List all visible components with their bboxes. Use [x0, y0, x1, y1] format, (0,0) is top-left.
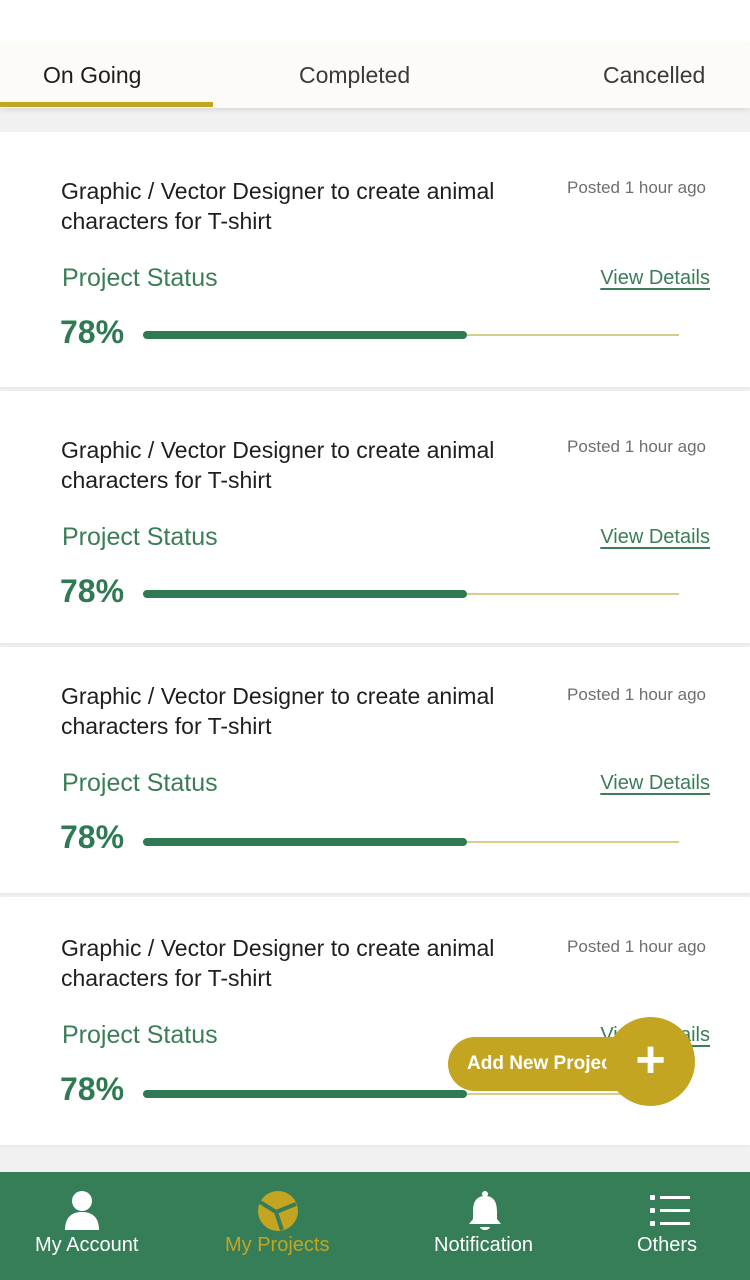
project-card: Graphic / Vector Designer to create anim…: [0, 391, 750, 643]
add-new-project-label: Add New Project: [467, 1053, 618, 1074]
progress-percent: 78%: [60, 819, 125, 855]
progress-bar-fill: [143, 1090, 467, 1098]
project-status-label: Project Status: [62, 523, 218, 551]
posted-time: Posted 1 hour ago: [567, 437, 706, 456]
progress-bar: [143, 331, 679, 339]
project-status-label: Project Status: [62, 1021, 218, 1049]
posted-time: Posted 1 hour ago: [567, 937, 706, 956]
progress-bar-fill: [143, 838, 467, 846]
project-title: Graphic / Vector Designer to create anim…: [61, 437, 495, 493]
plus-symbol: +: [635, 1031, 666, 1089]
progress-percent: 78%: [60, 1071, 125, 1107]
view-details-link[interactable]: View Details: [600, 526, 710, 549]
projects-icon: [258, 1191, 298, 1231]
plus-icon[interactable]: +: [606, 1017, 695, 1106]
nav-notification[interactable]: Notification: [410, 1172, 560, 1280]
progress-bar-fill: [143, 331, 467, 339]
progress-percent: 78%: [60, 314, 125, 350]
bottom-navigation: My Account My Projects Notification Othe…: [0, 1172, 750, 1280]
project-title: Graphic / Vector Designer to create anim…: [61, 683, 495, 739]
progress-bar-fill: [143, 590, 467, 598]
tab-completed[interactable]: Completed: [299, 42, 410, 108]
progress-percent: 78%: [60, 573, 125, 609]
screen: On Going Completed Cancelled Graphic / V…: [0, 0, 750, 1280]
active-tab-indicator: [0, 102, 213, 107]
tab-bar: On Going Completed Cancelled: [0, 42, 750, 108]
progress-bar: [143, 590, 679, 598]
project-card: Graphic / Vector Designer to create anim…: [0, 647, 750, 893]
list-icon: [650, 1195, 690, 1226]
nav-label: My Projects: [225, 1234, 330, 1256]
tab-cancelled[interactable]: Cancelled: [603, 42, 705, 108]
project-card: Graphic / Vector Designer to create anim…: [0, 132, 750, 387]
posted-time: Posted 1 hour ago: [567, 685, 706, 704]
project-status-label: Project Status: [62, 264, 218, 292]
progress-bar: [143, 838, 679, 846]
view-details-link[interactable]: View Details: [600, 267, 710, 290]
nav-label: My Account: [35, 1234, 139, 1256]
nav-my-projects[interactable]: My Projects: [190, 1172, 370, 1280]
posted-time: Posted 1 hour ago: [567, 178, 706, 197]
nav-my-account[interactable]: My Account: [0, 1172, 176, 1280]
view-details-link[interactable]: View Details: [600, 772, 710, 795]
project-status-label: Project Status: [62, 769, 218, 797]
progress-bar: [143, 1090, 679, 1098]
nav-others[interactable]: Others: [610, 1172, 730, 1280]
tab-on-going[interactable]: On Going: [43, 42, 141, 108]
nav-label: Others: [637, 1234, 698, 1256]
project-title: Graphic / Vector Designer to create anim…: [61, 178, 495, 234]
project-title: Graphic / Vector Designer to create anim…: [61, 935, 495, 991]
user-icon: [65, 1191, 99, 1230]
bell-icon: [469, 1191, 501, 1230]
top-bar: [0, 0, 750, 42]
nav-label: Notification: [434, 1234, 533, 1256]
